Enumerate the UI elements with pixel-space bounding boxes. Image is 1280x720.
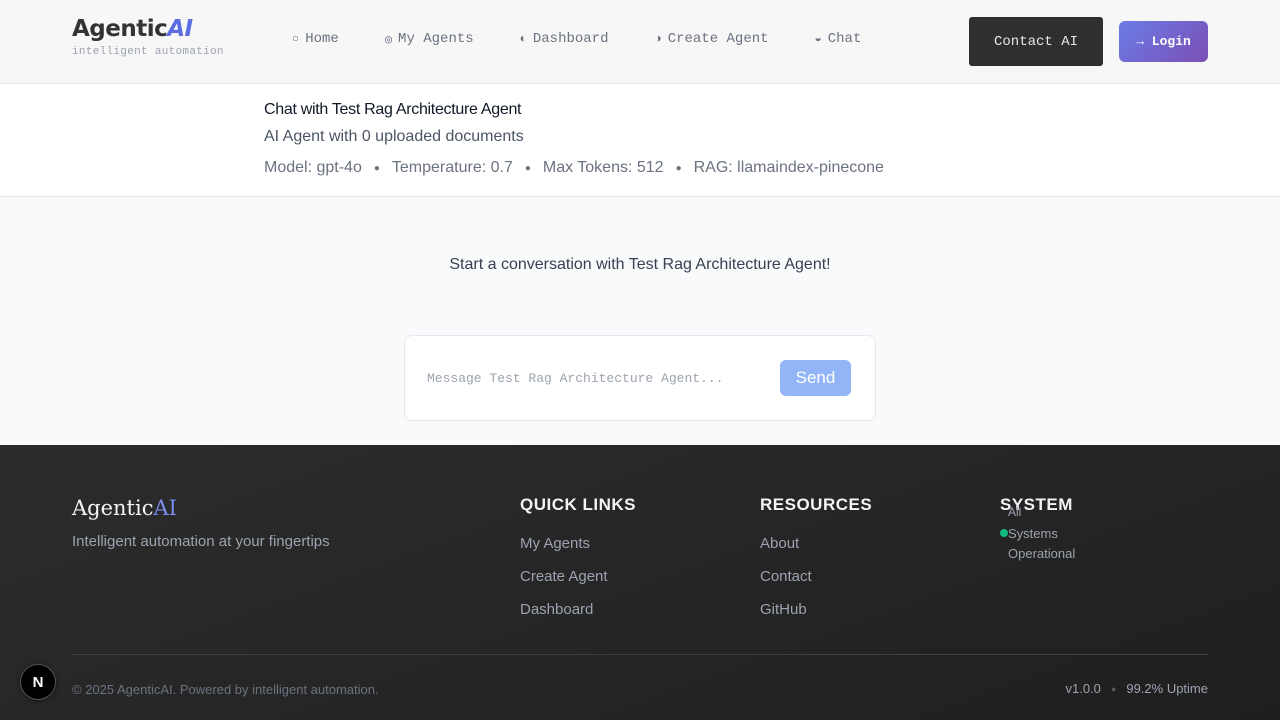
half-circle-left-icon: ◐ [519, 32, 527, 46]
status-dot-icon [1000, 529, 1008, 537]
footer-link-about[interactable]: About [760, 535, 872, 552]
main-nav: ○ Home ◎ My Agents ◐ Dashboard ◑ Create … [292, 31, 861, 47]
header: AgenticAI intelligent automation ○ Home … [0, 0, 1280, 84]
empty-chat-message: Start a conversation with Test Rag Archi… [449, 256, 831, 273]
footer: AgenticAI Intelligent automation at your… [0, 445, 1280, 720]
nav-create-agent-label: Create Agent [667, 31, 769, 47]
nav-my-agents[interactable]: ◎ My Agents [385, 31, 474, 47]
half-circle-bottom-icon: ◒ [814, 32, 822, 46]
meta-separator-icon: ● [524, 162, 531, 174]
resources-column: RESOURCES About Contact GitHub [760, 495, 872, 618]
footer-link-dashboard[interactable]: Dashboard [520, 601, 636, 618]
agent-subtitle: AI Agent with 0 uploaded documents [264, 128, 524, 145]
version-separator-icon: ● [1110, 683, 1117, 694]
contact-ai-button[interactable]: Contact AI [969, 17, 1103, 66]
nav-dashboard-label: Dashboard [532, 31, 609, 47]
agent-title: Chat with Test Rag Architecture Agent [264, 101, 522, 118]
agent-max-tokens: Max Tokens: 512 [542, 159, 664, 176]
version-label: v1.0.0 [1065, 681, 1101, 696]
footer-logo-accent: AI [153, 496, 177, 520]
home-icon: ○ [292, 32, 300, 46]
nav-chat[interactable]: ◒ Chat [815, 31, 862, 47]
logo-title: AgenticAI [72, 16, 224, 42]
agent-info-panel: Chat with Test Rag Architecture Agent AI… [0, 84, 1280, 197]
system-status: Systems Operational [1000, 524, 1088, 564]
nav-my-agents-label: My Agents [398, 31, 474, 47]
footer-logo-main: Agentic [72, 496, 154, 520]
nav-home[interactable]: ○ Home [292, 31, 339, 47]
logo[interactable]: AgenticAI intelligent automation [72, 16, 224, 58]
nav-dashboard[interactable]: ◐ Dashboard [520, 31, 609, 47]
system-status-text: Systems Operational [1008, 526, 1076, 561]
footer-link-my-agents[interactable]: My Agents [520, 535, 636, 552]
logo-tagline: intelligent automation [72, 46, 224, 58]
footer-tagline: Intelligent automation at your fingertip… [72, 533, 330, 550]
meta-separator-icon: ● [373, 162, 380, 174]
version-row: v1.0.0 ● 99.2% Uptime [1065, 681, 1208, 696]
quick-links-column: QUICK LINKS My Agents Create Agent Dashb… [520, 495, 636, 618]
nav-create-agent[interactable]: ◑ Create Agent [655, 31, 769, 47]
copyright: © 2025 AgenticAI. Powered by intelligent… [72, 682, 379, 697]
chat-area: Start a conversation with Test Rag Archi… [0, 197, 1280, 445]
footer-link-github[interactable]: GitHub [760, 601, 872, 618]
n-logo-badge[interactable]: N [20, 664, 56, 700]
footer-link-create-agent[interactable]: Create Agent [520, 568, 636, 585]
agent-temperature: Temperature: 0.7 [391, 159, 513, 176]
uptime-label: 99.2% Uptime [1126, 681, 1208, 696]
login-button[interactable]: → Login [1119, 21, 1208, 62]
logo-main-text: Agentic [72, 16, 168, 42]
agent-rag: RAG: llamaindex-pinecone [693, 159, 884, 176]
nav-chat-label: Chat [827, 31, 862, 47]
message-composer: Send [404, 335, 876, 421]
message-input[interactable] [427, 366, 767, 390]
footer-divider [72, 654, 1208, 655]
system-all-label: All [1008, 505, 1022, 519]
half-circle-right-icon: ◑ [654, 32, 662, 46]
footer-logo[interactable]: AgenticAI [72, 496, 177, 520]
logo-accent-text: AI [167, 16, 193, 42]
resources-heading: RESOURCES [760, 495, 873, 514]
quick-links-heading: QUICK LINKS [520, 495, 636, 514]
nav-home-label: Home [305, 31, 339, 47]
target-icon: ◎ [384, 32, 393, 47]
footer-link-contact[interactable]: Contact [760, 568, 872, 585]
send-button[interactable]: Send [780, 360, 851, 396]
meta-separator-icon: ● [675, 162, 682, 174]
agent-model: Model: gpt-4o [264, 159, 362, 176]
agent-meta: Model: gpt-4o ● Temperature: 0.7 ● Max T… [264, 159, 884, 177]
